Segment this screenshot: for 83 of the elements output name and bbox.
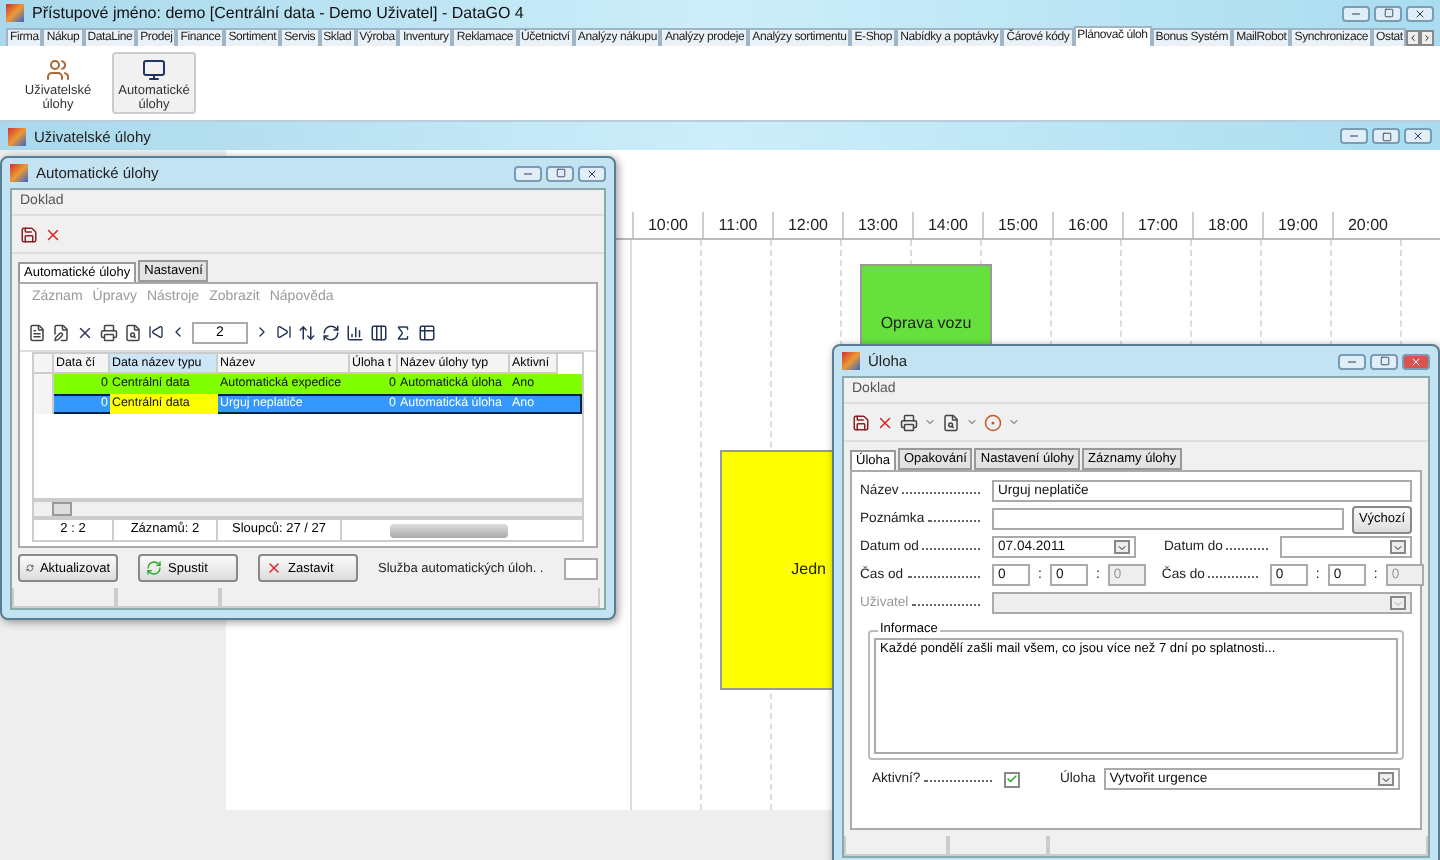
hour-label: 13:00 [842,212,912,238]
printer-icon[interactable] [100,323,118,341]
close-icon [1412,130,1424,142]
printer-icon[interactable] [900,413,918,431]
table-icon[interactable] [418,323,436,341]
close-icon [586,167,598,179]
close-icon[interactable] [76,323,94,341]
users-icon [44,58,72,82]
save-icon[interactable] [852,413,870,431]
sum-icon[interactable] [394,323,412,341]
app-title: Přístupové jméno: demo [Centrální data - Demo Uživatel] - DataGO 4 [32,4,524,22]
app-icon [10,164,28,182]
date-field[interactable] [1280,536,1412,558]
previous-icon[interactable] [170,324,186,340]
minimize-button[interactable] [514,165,542,181]
minimize-button[interactable] [1342,5,1370,21]
dropdown-button[interactable] [1378,772,1394,786]
minimize-icon [522,167,534,179]
close-icon [1414,7,1426,19]
hour-label: 14:00 [912,212,982,238]
hour-label: 12:00 [772,212,842,238]
refresh-icon[interactable] [322,323,340,341]
maximize-button[interactable] [1374,5,1402,21]
minimize-button[interactable] [1340,128,1368,144]
maximize-button[interactable] [1370,353,1398,369]
hour-label: 18:00 [1192,212,1262,238]
next-icon[interactable] [254,324,270,340]
hour-label: 10:00 [632,212,702,238]
close-icon [1410,355,1422,367]
caret-icon[interactable] [966,416,978,428]
maximize-icon [1379,356,1389,366]
hour-label: 17:00 [1122,212,1192,238]
check-icon [1006,772,1018,786]
close-button[interactable] [1404,128,1432,144]
maximize-icon [555,168,565,178]
minimize-icon [1346,355,1358,367]
caret-icon [1380,773,1392,785]
app-icon [842,352,860,370]
service-field [563,557,598,579]
preview-icon[interactable] [942,413,960,431]
dropdown-button[interactable] [1114,540,1130,554]
edit-icon[interactable] [52,323,70,341]
save-icon[interactable] [20,225,38,243]
close-button[interactable] [578,165,606,181]
hour-label: 11:00 [702,212,772,238]
sort-icon[interactable] [298,323,316,341]
computer-icon [140,58,168,82]
new-document-icon[interactable] [28,323,46,341]
window-icon [8,127,26,145]
caret-icon [1392,541,1404,553]
maximize-icon [1381,131,1391,141]
hour-label: 16:00 [1052,212,1122,238]
minimize-icon [1348,130,1360,142]
caret-icon[interactable] [924,416,936,428]
maximize-button[interactable] [1372,128,1400,144]
status-bar-cell [12,588,116,608]
hour-label: 19:00 [1262,212,1332,238]
active-checkbox[interactable] [1004,771,1020,787]
status-bar-cell [844,836,948,856]
hour-label: 20:00 [1332,212,1402,238]
preview-icon[interactable] [124,323,142,341]
caret-icon [1392,597,1404,609]
app-icon [6,4,24,22]
caret-icon[interactable] [1008,416,1020,428]
close-button[interactable] [1406,5,1434,21]
first-icon[interactable] [148,324,164,340]
caret-icon [1116,541,1128,553]
dropdown-button[interactable] [1390,540,1406,554]
circle-icon[interactable] [984,413,1002,431]
scrollbar-thumb[interactable] [52,502,72,516]
scroll-left-button[interactable] [1406,30,1421,46]
minimize-button[interactable] [1338,353,1366,369]
status-bar-cell [116,588,220,608]
last-icon[interactable] [276,324,292,340]
maximize-button[interactable] [546,165,574,181]
minimize-icon [1350,7,1362,19]
status-bar-cell [948,836,1048,856]
columns-icon[interactable] [370,323,388,341]
maximize-icon [1383,8,1393,18]
hour-label: 15:00 [982,212,1052,238]
chart-icon[interactable] [346,323,364,341]
scroll-right-button[interactable] [1420,30,1435,46]
note-field[interactable] [992,508,1344,530]
